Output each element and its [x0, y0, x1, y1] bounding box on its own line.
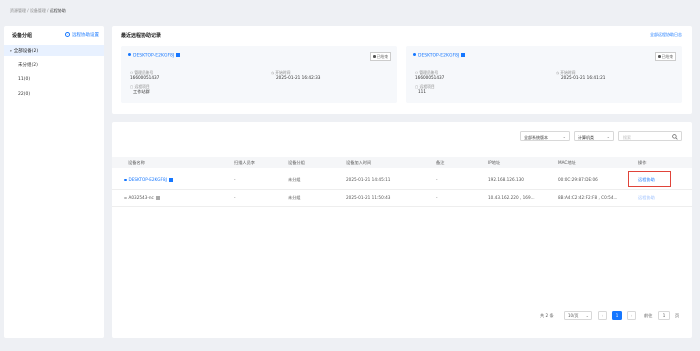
project-value: 工作站群 [133, 89, 150, 94]
column-header[interactable]: 设备名称 [128, 160, 145, 166]
table-cell: 10.43.162.220 , 169... [488, 195, 535, 200]
status-dot [124, 178, 127, 182]
group-item-11[interactable]: 11(0) [18, 77, 30, 82]
column-header: 设备分组 [288, 160, 305, 165]
status-dot [413, 53, 416, 57]
admin-value: 16600051437 [130, 75, 160, 80]
table-cell: 00:0C:29:87:DE:06 [558, 177, 598, 182]
table-cell: - [436, 195, 438, 200]
search-placeholder: 搜索 [623, 134, 631, 140]
column-header: 操作 [638, 160, 647, 165]
record-host: DESKTOP-E2KGF8J [418, 53, 460, 59]
breadcrumb-current: 远程协助 [49, 8, 66, 13]
windows-icon [461, 53, 466, 57]
chevron-down-icon: ▾ [10, 49, 12, 53]
windows-icon [176, 53, 181, 57]
goto-page-input[interactable]: 1 [658, 311, 670, 320]
table-cell: 未分组 [288, 177, 301, 182]
os-version-select[interactable]: 全部系统版本 ⌄ [520, 131, 570, 141]
time-value: 2025-01-21 16:41:21 [561, 75, 606, 80]
search-input[interactable]: 搜索 [618, 131, 682, 141]
table-cell: - [234, 177, 236, 182]
breadcrumb-item[interactable]: 设备管理 [30, 8, 46, 13]
record-host: DESKTOP-E2KGF8J [133, 53, 175, 59]
status-badge: 已结束 [370, 52, 391, 61]
remote-assist-settings-link[interactable]: · 远程协助设置 [65, 32, 99, 38]
search-icon[interactable] [672, 133, 678, 142]
status-badge: 已结束 [655, 52, 676, 61]
prev-page-button[interactable]: ‹ [598, 311, 607, 320]
chevron-down-icon: ⌄ [585, 313, 589, 318]
group-item-all[interactable]: ▾ 全部设备(2) [4, 45, 104, 56]
column-header: IP地址 [488, 160, 501, 165]
table-cell: - [436, 177, 438, 182]
row-divider [112, 206, 692, 207]
table-cell: - [234, 195, 236, 200]
table-header [112, 157, 692, 168]
sidebar-title: 设备分组 [12, 33, 33, 39]
group-item-22[interactable]: 22(0) [18, 92, 30, 97]
remote-assist-button[interactable]: 远程协助 [638, 177, 655, 183]
settings-icon: · [65, 32, 70, 37]
recent-records-title: 最近远程协助记录 [121, 33, 162, 39]
record-card[interactable]: DESKTOP-E2KGF8J 已结束 ⚇ 管理员账号 16600051437 … [406, 46, 682, 103]
breadcrumb: 资源管理 / 设备管理 / 远程协助 [10, 8, 66, 13]
column-header: 扫描人员李 [234, 160, 255, 165]
recent-records-panel: 最近远程协助记录 全部远程协助日志 DESKTOP-E2KGF8J 已结束 ⚇ … [112, 26, 692, 114]
group-item-ungrouped[interactable]: 未分组(2) [18, 62, 38, 68]
column-header: 设备加入时间 [346, 160, 372, 165]
admin-value: 16600051437 [415, 75, 445, 80]
remote-assist-button[interactable]: 远程协助 [638, 195, 655, 201]
table-cell: 2025-01-21 11:50:43 [346, 195, 391, 200]
table-cell: 未分组 [288, 195, 301, 200]
pagination-total: 共 2 条 [540, 313, 554, 318]
device-name-link[interactable]: DESKTOP-E2KGF8J [124, 177, 173, 182]
next-page-button[interactable]: › [627, 311, 636, 320]
column-header: MAC地址 [558, 160, 576, 165]
page-size-select[interactable]: 10/页 ⌄ [564, 311, 592, 320]
windows-icon [168, 178, 173, 182]
device-type-select[interactable]: 计算机类 ⌄ [574, 131, 614, 141]
time-value: 2025-01-21 16:42:33 [276, 75, 321, 80]
clock-icon: ◷ [271, 71, 275, 75]
windows-icon [155, 196, 160, 200]
status-dot [128, 53, 131, 57]
chevron-down-icon: ⌄ [562, 134, 566, 139]
status-dot [124, 196, 127, 200]
breadcrumb-item[interactable]: 资源管理 [10, 8, 26, 13]
row-divider [112, 189, 692, 190]
device-group-sidebar: 设备分组 · 远程协助设置 ▾ 全部设备(2) 未分组(2) 11(0) 22(0) [4, 26, 104, 338]
device-name-link[interactable]: A032543-nc [124, 195, 160, 200]
goto-label: 前往 [644, 313, 653, 318]
project-value: 111 [418, 89, 426, 94]
record-card[interactable]: DESKTOP-E2KGF8J 已结束 ⚇ 管理员账号 16600051437 … [121, 46, 397, 103]
table-cell: 2025-01-21 14:45:11 [346, 177, 391, 182]
chevron-down-icon: ⌄ [606, 134, 610, 139]
all-logs-link[interactable]: 全部远程协助日志 [650, 32, 682, 38]
column-header: 备注 [436, 160, 445, 165]
group-label: 全部设备(2) [13, 49, 39, 54]
table-cell: 8B:A4:C2:42:F2:F8 , C0:54... [558, 195, 618, 200]
table-cell: 192.168.126.130 [488, 177, 524, 182]
page-button-current[interactable]: 1 [612, 311, 622, 320]
page-unit: 页 [675, 313, 680, 318]
clock-icon: ◷ [556, 71, 560, 75]
device-list-panel: 全部系统版本 ⌄ 计算机类 ⌄ 搜索 设备名称 扫描人员李 设备分组 设备加入时间 … [112, 122, 692, 338]
